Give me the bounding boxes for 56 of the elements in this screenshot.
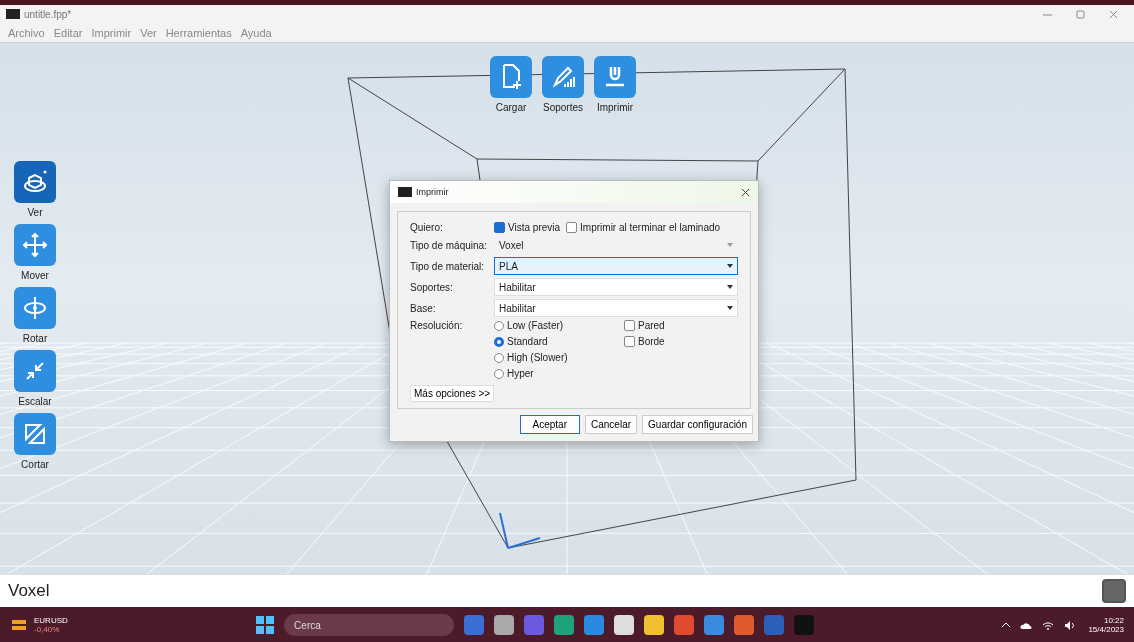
field-label: Tipo de máquina: xyxy=(410,239,488,251)
field-label: Base: xyxy=(410,302,437,314)
field-label: Soportes: xyxy=(410,281,454,293)
start-icon[interactable] xyxy=(256,616,275,634)
radio-label: Low (Faster) xyxy=(507,320,564,331)
radio-button[interactable] xyxy=(494,336,504,347)
speaker-icon[interactable] xyxy=(1064,620,1077,630)
dropdown[interactable]: PLA xyxy=(494,257,738,275)
taskbar-app-icon[interactable] xyxy=(614,615,635,635)
radio-button[interactable] xyxy=(494,352,504,363)
maximize-icon[interactable] xyxy=(1076,9,1085,19)
status-text: Voxel xyxy=(8,581,50,601)
app-logo-icon xyxy=(6,9,20,19)
close-icon[interactable] xyxy=(1109,9,1118,19)
radio-button[interactable] xyxy=(494,368,504,379)
checkbox-label: Borde xyxy=(638,336,665,347)
caret-icon xyxy=(727,306,733,310)
checkbox-label: Vista previa xyxy=(508,222,561,233)
chevron-up-icon[interactable] xyxy=(1002,622,1011,628)
radio-button[interactable] xyxy=(494,320,504,331)
field-label: Tipo de material: xyxy=(410,260,486,272)
ticker-change: -0,40% xyxy=(34,625,61,634)
dialog-button[interactable]: Cancelar xyxy=(585,415,638,434)
radio-label: High (Slower) xyxy=(507,352,568,363)
clock-time: 10:22 xyxy=(1103,616,1124,625)
taskbar-app-icon[interactable] xyxy=(554,615,575,635)
caret-icon xyxy=(727,264,733,268)
dialog-button[interactable]: Aceptar xyxy=(519,415,580,434)
checkbox[interactable] xyxy=(566,222,578,233)
taskbar-app-icon[interactable] xyxy=(494,615,515,635)
caret-icon xyxy=(727,243,733,247)
field-label: Quiero: xyxy=(410,222,444,233)
corner-button[interactable] xyxy=(1102,579,1126,603)
window-title: untitle.fpp* xyxy=(24,8,72,20)
checkbox[interactable] xyxy=(494,222,505,233)
checkbox[interactable] xyxy=(624,320,635,331)
caret-icon xyxy=(727,285,733,289)
dropdown[interactable]: Habilitar xyxy=(494,278,738,296)
checkbox-label: Imprimir al terminar el laminado xyxy=(580,222,721,233)
dialog-button[interactable]: Guardar configuración xyxy=(642,415,753,434)
checkbox[interactable] xyxy=(624,336,635,347)
field-label: Resolución: xyxy=(410,320,464,331)
stock-icon xyxy=(10,618,28,632)
dropdown[interactable]: Habilitar xyxy=(494,299,738,317)
wifi-icon[interactable] xyxy=(1042,620,1055,630)
dialog-title: Imprimir xyxy=(416,187,449,197)
search-field[interactable]: Cerca xyxy=(284,614,455,636)
app-logo-icon xyxy=(398,187,412,197)
more-options-button[interactable]: Más opciones >> xyxy=(410,385,495,402)
clock-date: 15/4/2023 xyxy=(1088,625,1124,634)
checkbox-label: Pared xyxy=(638,320,665,331)
taskbar-app-icon[interactable] xyxy=(644,615,665,635)
radio-label: Standard xyxy=(507,336,548,347)
ticker-symbol: EURUSD xyxy=(34,616,68,625)
cloud-icon[interactable] xyxy=(1020,621,1033,629)
radio-label: Hyper xyxy=(507,368,534,379)
